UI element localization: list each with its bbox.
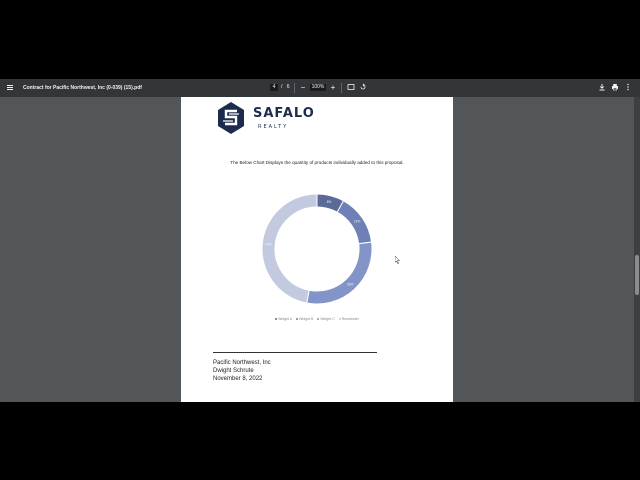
donut-slice-label: 47% [266, 242, 273, 246]
donut-slice-remainder [261, 193, 318, 304]
page-separator: / [281, 84, 283, 90]
zoom-out-button[interactable]: − [298, 83, 308, 93]
rotate-icon[interactable] [358, 83, 368, 93]
scrollbar-thumb[interactable] [635, 255, 639, 295]
legend-item: Widget B [296, 317, 313, 321]
chart-intro-text: The Below Chart Displays the quantity of… [230, 160, 404, 165]
donut-slice-label: 8% [327, 200, 332, 204]
legend-item: Widget A [275, 317, 292, 321]
legend-label: Widget A [278, 317, 293, 321]
legend-label: Remainder [341, 317, 359, 321]
logo-name: SAFALO [253, 106, 315, 121]
page-indicator: 4/ 6 [270, 84, 290, 91]
signature-line [213, 352, 377, 353]
legend-item: Widget C [317, 317, 335, 321]
document-title: Contract for Pacific Northwest, Inc (0-0… [23, 85, 142, 91]
page-number-input[interactable]: 4 [270, 84, 278, 91]
chart-legend: Widget A Widget B Widget C Remainder [181, 317, 453, 321]
pdf-toolbar: Contract for Pacific Northwest, Inc (0-0… [0, 79, 640, 97]
legend-swatch [338, 318, 341, 320]
pdf-viewer: Contract for Pacific Northwest, Inc (0-0… [0, 79, 640, 402]
toolbar-divider [294, 83, 295, 93]
zoom-in-button[interactable]: + [328, 83, 338, 93]
fit-page-icon[interactable] [346, 83, 356, 93]
legend-label: Widget B [299, 317, 314, 321]
legend-swatch [275, 318, 278, 320]
legend-item: Remainder [338, 317, 359, 321]
page-total: 6 [286, 84, 290, 90]
download-icon[interactable] [597, 83, 607, 93]
signature-company: Pacific Northwest, Inc [213, 360, 271, 366]
vertical-scrollbar[interactable] [634, 97, 640, 402]
donut-slice-label: 30% [347, 282, 354, 286]
pdf-page: SAFALO REALTY The Below Chart Displays t… [181, 97, 453, 402]
menu-icon[interactable] [6, 83, 16, 93]
legend-swatch [296, 318, 299, 320]
signature-name: Dwight Schrute [213, 368, 254, 374]
more-options-icon[interactable] [623, 83, 633, 93]
mouse-cursor-icon [395, 256, 400, 264]
donut-slice-label: 15% [354, 220, 361, 224]
print-icon[interactable] [610, 83, 620, 93]
donut-slice-widget-c [306, 241, 373, 305]
donut-chart: 8% 15% 30% 47% [261, 193, 373, 305]
toolbar-divider [341, 83, 342, 93]
logo-subtitle: REALTY [258, 124, 289, 130]
zoom-input[interactable]: 100% [310, 84, 326, 91]
signature-date: November 8, 2022 [213, 376, 263, 382]
legend-label: Widget C [320, 317, 335, 321]
safalo-logo-icon [218, 102, 244, 139]
